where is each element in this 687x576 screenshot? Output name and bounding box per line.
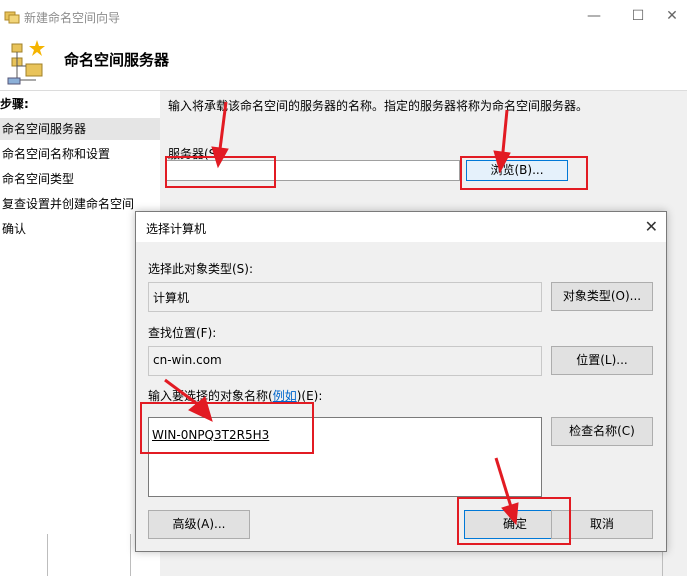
page-title: 命名空间服务器 (64, 51, 170, 69)
steps-title: 步骤: (0, 97, 29, 111)
annotation-box-browse (460, 156, 588, 190)
wizard-title: 新建命名空间向导 (24, 11, 121, 25)
divider (47, 534, 48, 576)
wizard-titlebar: 新建命名空间向导 — ☐ ✕ (0, 0, 687, 32)
location-field: cn-win.com (148, 346, 542, 376)
description-text: 输入将承载该命名空间的服务器的名称。指定的服务器将称为命名空间服务器。 (168, 99, 589, 113)
object-name-label-suffix: )(E): (296, 389, 323, 403)
namespace-server-icon (7, 40, 45, 85)
folder-app-icon (4, 11, 20, 24)
check-names-button[interactable]: 检查名称(C) (551, 417, 653, 446)
minimize-button[interactable]: — (580, 7, 608, 25)
annotation-box-name (140, 402, 314, 454)
locations-button[interactable]: 位置(L)... (551, 346, 653, 375)
object-type-field: 计算机 (148, 282, 542, 312)
examples-link[interactable]: 例如 (273, 389, 297, 403)
close-button[interactable]: ✕ (658, 7, 686, 25)
dialog-title: 选择计算机 (146, 222, 207, 236)
divider (130, 534, 131, 576)
dialog-titlebar: 选择计算机 ✕ (136, 212, 666, 242)
step-namespace-name[interactable]: 命名空间名称和设置 (0, 143, 160, 165)
annotation-box-server (165, 156, 276, 188)
annotation-box-ok (457, 497, 571, 545)
object-type-label: 选择此对象类型(S): (148, 262, 254, 276)
step-namespace-type[interactable]: 命名空间类型 (0, 168, 160, 190)
location-label: 查找位置(F): (148, 326, 217, 340)
advanced-button[interactable]: 高级(A)... (148, 510, 250, 539)
maximize-button[interactable]: ☐ (624, 7, 652, 25)
step-namespace-server[interactable]: 命名空间服务器 (0, 118, 160, 140)
object-name-label-prefix: 输入要选择的对象名称( (148, 389, 273, 403)
select-computer-dialog: 选择计算机 ✕ 选择此对象类型(S): 计算机 对象类型(O)... 查找位置(… (135, 211, 667, 552)
object-types-button[interactable]: 对象类型(O)... (551, 282, 653, 311)
dialog-close-icon[interactable]: ✕ (645, 217, 658, 236)
wizard-header: 命名空间服务器 (0, 32, 687, 91)
